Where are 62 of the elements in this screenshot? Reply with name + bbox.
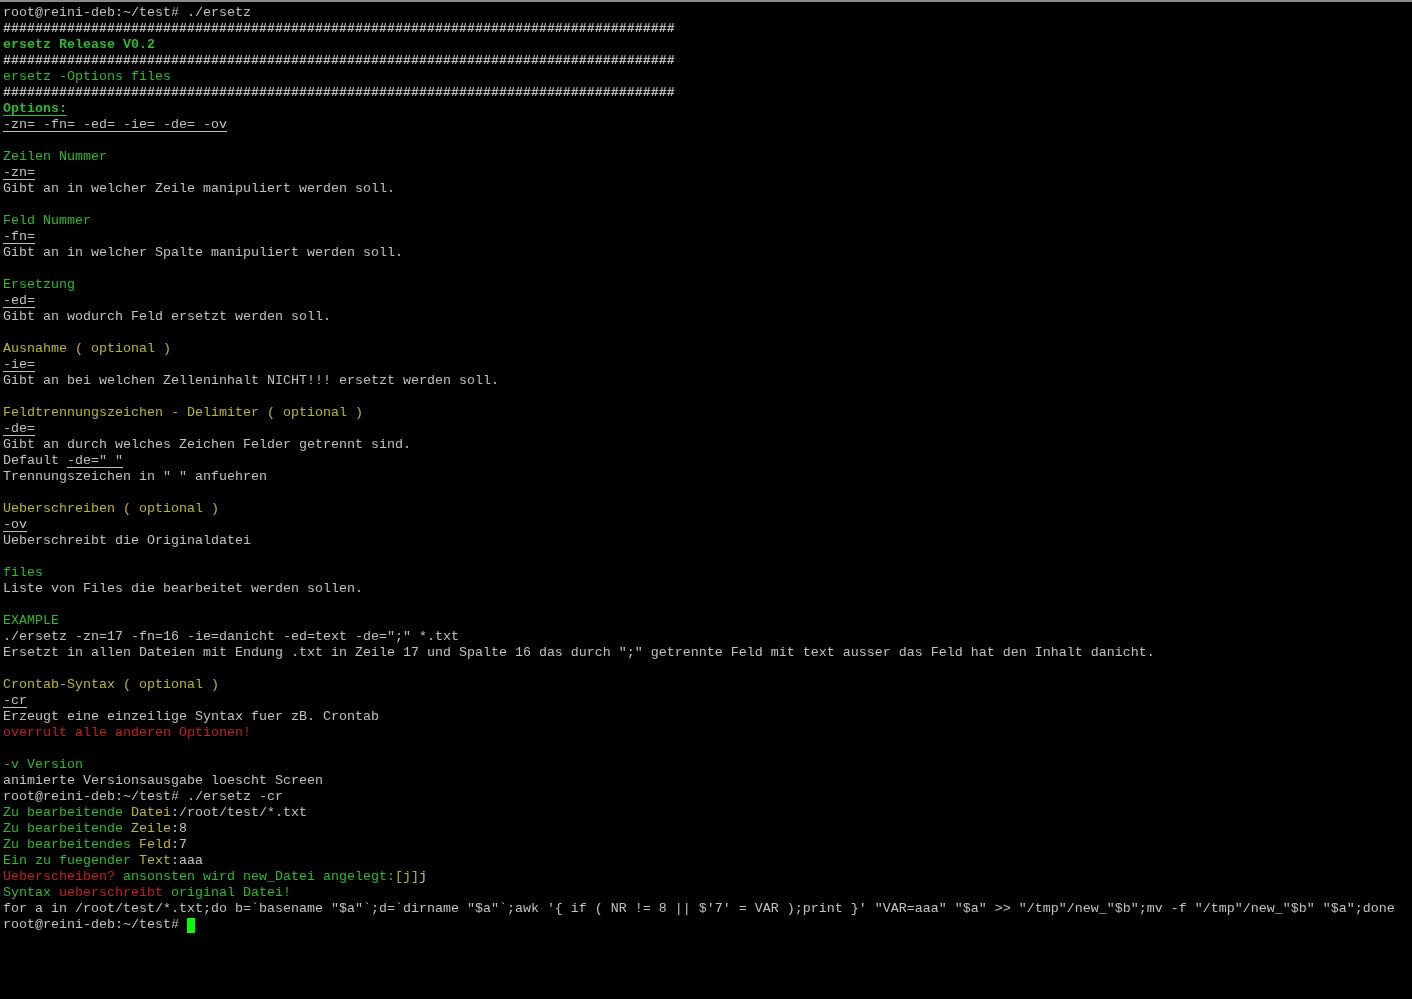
- terminal-text: ####################################################################################: [3, 85, 675, 100]
- terminal-text: -ie=: [3, 357, 35, 372]
- terminal-text: EXAMPLE: [3, 613, 59, 628]
- terminal-text: ####################################################################################: [3, 53, 675, 68]
- terminal-text: ansonsten wird new_Datei angelegt:: [121, 869, 395, 884]
- terminal-text: Gibt an in welcher Spalte manipuliert werden soll.: [3, 245, 403, 260]
- terminal-text: Gibt an durch welches Zeichen Felder getrennt sind.: [3, 437, 411, 452]
- terminal-text: -zn= -fn= -ed= -ie= -de= -ov: [3, 117, 227, 132]
- terminal-text: Gibt an bei welchen Zelleninhalt NICHT!!! ersetzt werden soll.: [3, 373, 499, 388]
- terminal-text: root@reini-deb:~/test#: [3, 917, 180, 932]
- terminal-text: Feldtrennungszeichen - Delimiter ( optional ): [3, 405, 363, 420]
- terminal-text: Ueberscheiben?: [3, 869, 115, 884]
- terminal-text: -v Version: [3, 757, 83, 772]
- terminal-text: Ueberschreibt die Originaldatei: [3, 533, 251, 548]
- terminal-text: overrult alle anderen Optionen!: [3, 725, 251, 740]
- terminal-text: :aaa: [171, 853, 203, 868]
- terminal-text: -de=: [3, 421, 35, 436]
- terminal-text: root@reini-deb:~/test# ./ersetz: [3, 5, 251, 20]
- terminal-text: for a in /root/test/*.txt;do b=`basename "$a"`;d=`dirname "$a"`;awk '{ if ( NR != 8 || $'7' = VAR );print }' "VAR=aaa" "$a" >> "/tmp"/new_"$b";mv -f "/tmp"/new_"$b" "$a";done: [3, 901, 1395, 916]
- terminal-text: Feld Nummer: [3, 213, 91, 228]
- terminal-text: Syntax: [3, 885, 52, 900]
- terminal-text: original Datei!: [169, 885, 291, 900]
- terminal-text: Default: [3, 453, 60, 468]
- terminal-text: Trennungszeichen in " " anfuehren: [3, 469, 267, 484]
- terminal-text: Datei: [131, 805, 171, 820]
- terminal-text: ersetz Release V0.2: [3, 37, 155, 52]
- terminal-text: ./ersetz -zn=17 -fn=16 -ie=danicht -ed=text -de=";" *.txt: [3, 629, 459, 644]
- terminal-text: j: [418, 869, 427, 884]
- terminal-text: Zeile: [131, 821, 171, 836]
- terminal-text: -ed=: [3, 293, 35, 308]
- terminal-text: Ersetzt in allen Dateien mit Endung .txt in Zeile 17 und Spalte 16 das durch ";" getrennte Feld mit text ausser das Feld hat den Inhalt danicht.: [3, 645, 1155, 660]
- terminal-text: ersetz -Options files: [3, 69, 171, 84]
- terminal-text: :/root/test/*.txt: [171, 805, 307, 820]
- terminal-text: Zu bearbeitendes: [3, 837, 132, 852]
- terminal-text: Erzeugt eine einzeilige Syntax fuer zB. Crontab: [3, 709, 379, 724]
- terminal-text: :8: [171, 821, 187, 836]
- terminal-text: [j]: [394, 869, 419, 884]
- terminal-text: ueberschreibt: [59, 885, 163, 900]
- terminal-text: Crontab-Syntax ( optional ): [3, 677, 219, 692]
- terminal-text: Ein zu fuegender: [3, 853, 132, 868]
- terminal-text: -de=" ": [67, 453, 123, 468]
- terminal-text: -fn=: [3, 229, 35, 244]
- terminal-text: Gibt an in welcher Zeile manipuliert werden soll.: [3, 181, 395, 196]
- terminal-text: animierte Versionsausgabe loescht Screen: [3, 773, 323, 788]
- terminal-text: Text: [139, 853, 171, 868]
- terminal-text: :7: [171, 837, 187, 852]
- terminal-text: -zn=: [3, 165, 35, 180]
- terminal-text: Options:: [3, 101, 67, 116]
- terminal-text: root@reini-deb:~/test# ./ersetz -cr: [3, 789, 283, 804]
- terminal-text: Zeilen Nummer: [3, 149, 107, 164]
- terminal-text: -ov: [3, 517, 27, 532]
- terminal-text: Gibt an wodurch Feld ersetzt werden soll.: [3, 309, 331, 324]
- terminal-text: -cr: [3, 693, 27, 708]
- terminal-text: Ausnahme ( optional ): [3, 341, 171, 356]
- terminal-text: files: [3, 565, 43, 580]
- terminal-text: ####################################################################################: [3, 21, 675, 36]
- terminal-text: Zu bearbeitende: [3, 821, 124, 836]
- terminal-text: Ersetzung: [3, 277, 75, 292]
- terminal-text: Ueberschreiben ( optional ): [3, 501, 219, 516]
- terminal-text: Zu bearbeitende: [3, 805, 124, 820]
- terminal-text: Liste von Files die bearbeitet werden sollen.: [3, 581, 363, 596]
- terminal-text: Feld: [139, 837, 171, 852]
